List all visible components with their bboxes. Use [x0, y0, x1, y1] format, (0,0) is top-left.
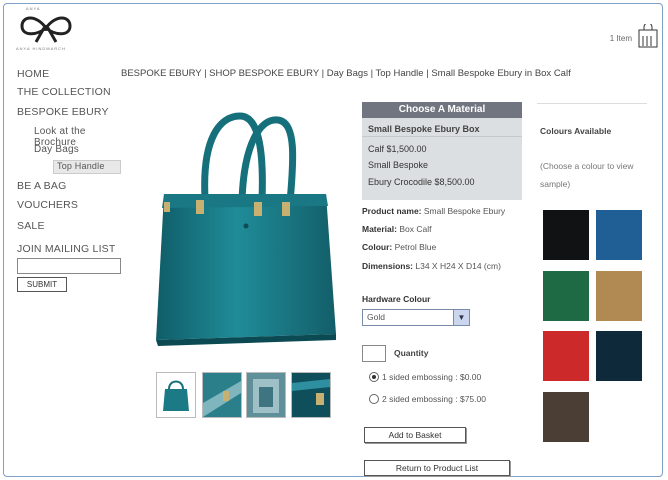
material-price-crocodile[interactable]: Ebury Crocodile $8,500.00: [368, 177, 475, 187]
chevron-down-icon[interactable]: ▼: [453, 310, 469, 325]
hardware-colour-select[interactable]: Gold ▼: [362, 309, 470, 326]
quantity-input[interactable]: [362, 345, 386, 362]
colours-divider: [537, 103, 647, 104]
logo-top-text: ANYA: [26, 6, 41, 11]
bag-thumbnail-image: [163, 380, 189, 411]
dimensions-label: Dimensions:: [362, 261, 414, 271]
mailing-list-label: JOIN MAILING LIST: [17, 243, 116, 255]
colour-label: Colour:: [362, 242, 393, 252]
embossing-radio-two-sided[interactable]: [369, 394, 379, 404]
return-to-product-list-button[interactable]: Return to Product List: [364, 460, 510, 476]
quantity-label: Quantity: [394, 348, 429, 358]
colour-swatch-black[interactable]: [543, 210, 589, 260]
material-label: Material:: [362, 224, 397, 234]
brand-logo[interactable]: ANYA ANYA HINDMARCH: [16, 6, 76, 52]
mailing-list-email-input[interactable]: [17, 258, 121, 274]
material-divider: [362, 136, 522, 137]
nav-item-sale[interactable]: SALE: [17, 220, 45, 232]
dimensions-value: L34 X H24 X D14 (cm): [415, 261, 501, 271]
mailing-submit-button[interactable]: SUBMIT: [17, 277, 67, 292]
nav-item-bespoke-ebury[interactable]: BESPOKE EBURY: [17, 106, 109, 118]
nav-item-vouchers[interactable]: VOUCHERS: [17, 199, 78, 211]
material-price-box-calf[interactable]: Calf $1,500.00: [368, 144, 427, 154]
nav-item-top-handle[interactable]: Top Handle: [57, 161, 105, 171]
colours-hint: (Choose a colour to view sample): [540, 161, 634, 189]
embossing-radio-one-sided[interactable]: [369, 372, 379, 382]
logo-bottom-text: ANYA HINDMARCH: [16, 46, 66, 51]
hardware-colour-label: Hardware Colour: [362, 294, 431, 304]
product-name-label: Product name:: [362, 206, 422, 216]
hardware-colour-value: Gold: [367, 312, 385, 322]
nav-item-be-a-bag[interactable]: BE A BAG: [17, 180, 66, 192]
material-panel-heading: Choose A Material: [362, 102, 522, 118]
material-panel: Choose A Material Small Bespoke Ebury Bo…: [362, 102, 522, 200]
product-image: [156, 112, 336, 346]
product-name-value: Small Bespoke Ebury: [423, 206, 506, 216]
colours-available-title: Colours Available: [540, 126, 612, 136]
product-thumbnail[interactable]: [156, 372, 196, 418]
add-to-basket-button[interactable]: Add to Basket: [364, 427, 466, 443]
colour-swatch-blue[interactable]: [596, 210, 642, 260]
product-thumbnail[interactable]: [246, 372, 286, 418]
product-thumbnail[interactable]: [202, 372, 242, 418]
breadcrumb[interactable]: BESPOKE EBURY | SHOP BESPOKE EBURY | Day…: [121, 68, 571, 79]
colour-swatch-green[interactable]: [543, 271, 589, 321]
colour-swatch-tan[interactable]: [596, 271, 642, 321]
colour-value: Petrol Blue: [394, 242, 437, 252]
detail-thumbnail-image: [203, 373, 241, 417]
colour-swatch-brown[interactable]: [543, 392, 589, 442]
embossing-option-two-sided: 2 sided embossing : $75.00: [382, 394, 486, 404]
interior-thumbnail-image: [247, 373, 285, 417]
embossing-option-one-sided: 1 sided embossing : $0.00: [382, 372, 482, 382]
colour-swatch-red[interactable]: [543, 331, 589, 381]
closeup-thumbnail-image: [292, 373, 330, 417]
material-option-box-calf[interactable]: Small Bespoke Ebury Box: [368, 124, 480, 134]
nav-item-home[interactable]: HOME: [17, 68, 49, 80]
nav-item-day-bags[interactable]: Day Bags: [34, 144, 79, 155]
material-value: Box Calf: [399, 224, 432, 234]
cart-item-count[interactable]: 1 Item: [610, 34, 632, 43]
nav-item-collection[interactable]: THE COLLECTION: [17, 86, 111, 98]
product-thumbnail[interactable]: [291, 372, 331, 418]
colour-swatch-petrol[interactable]: [596, 331, 642, 381]
material-option-crocodile[interactable]: Small Bespoke: [368, 160, 428, 170]
shopping-bag-icon[interactable]: [638, 24, 658, 48]
